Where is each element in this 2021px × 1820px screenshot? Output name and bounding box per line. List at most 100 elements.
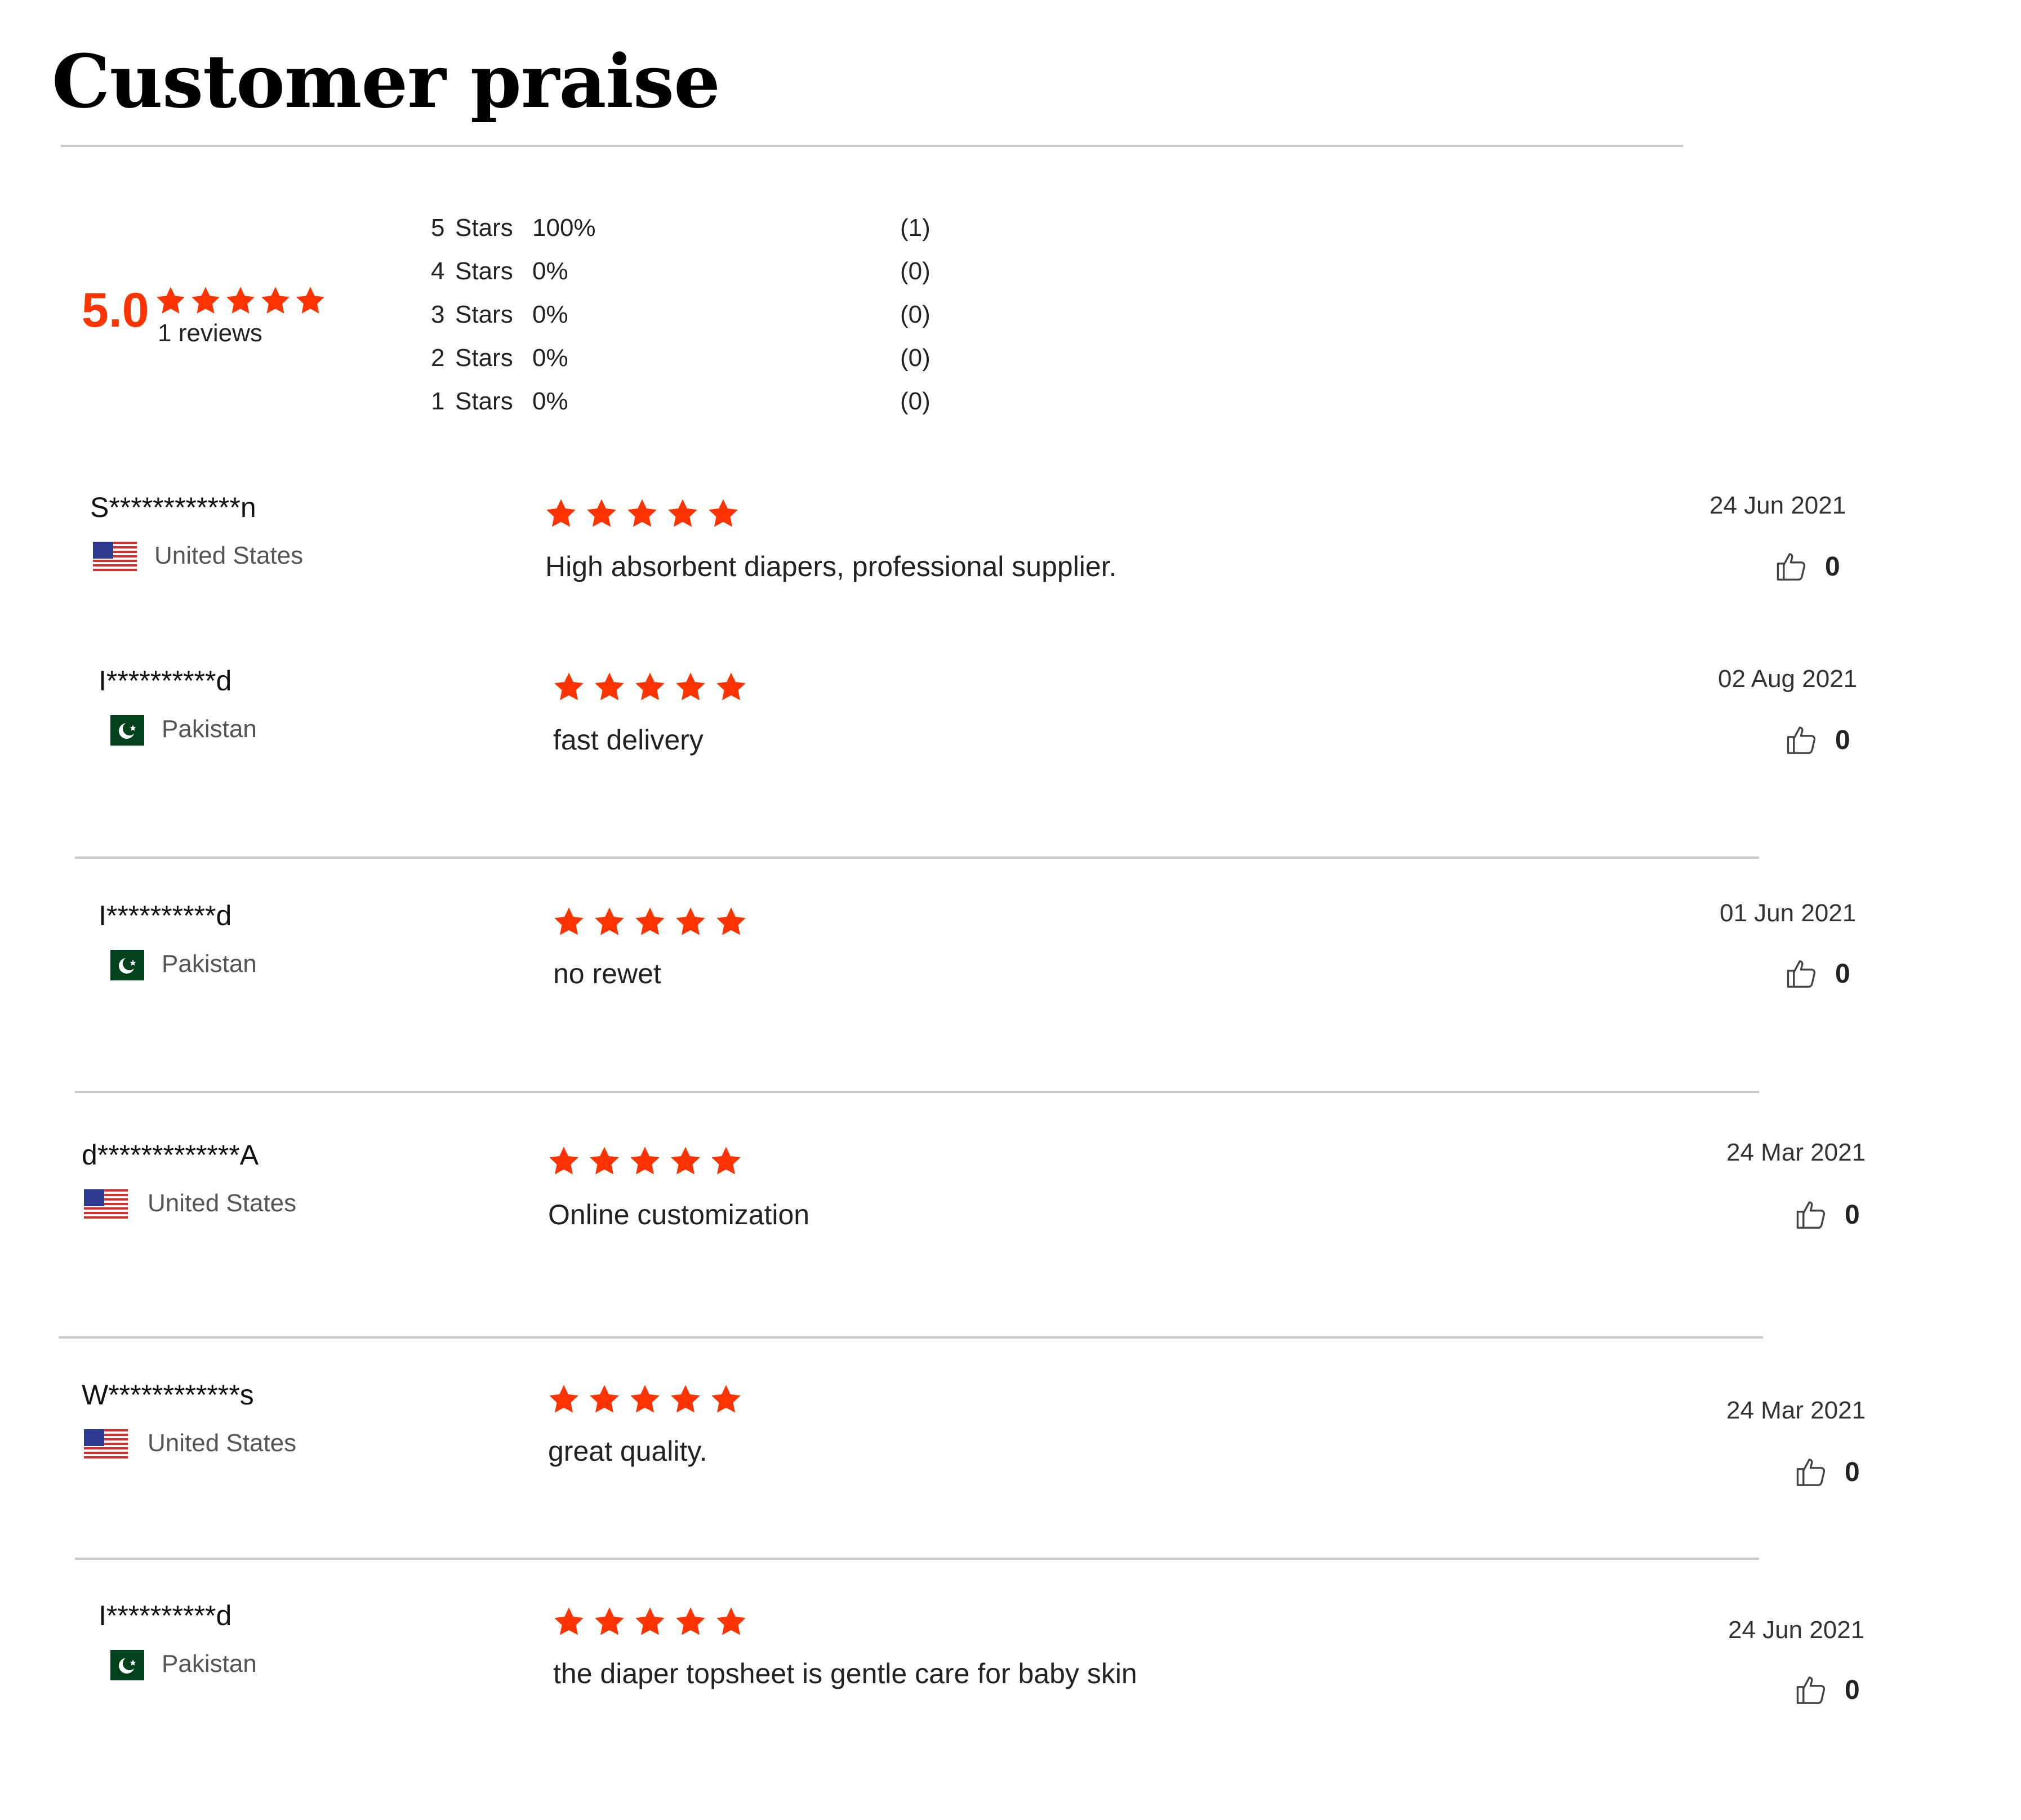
reviewer-name: I**********d (99, 900, 232, 931)
star-icon (633, 670, 667, 704)
distribution-stars-label: Stars (455, 344, 513, 372)
star-icon (587, 1144, 621, 1178)
like-button[interactable]: 0 (1794, 1197, 1860, 1232)
pk-flag-icon (110, 1650, 144, 1683)
distribution-star-number: 1 (431, 387, 445, 415)
star-icon (666, 497, 700, 530)
star-icon (593, 670, 626, 704)
like-button[interactable]: 0 (1794, 1672, 1860, 1707)
thumbs-up-icon (1774, 549, 1809, 584)
review-divider (75, 1091, 1759, 1093)
star-icon (593, 1605, 626, 1639)
distribution-percent: 0% (532, 301, 568, 328)
distribution-count: (1) (900, 214, 931, 242)
review-date: 02 Aug 2021 (1718, 665, 1858, 693)
star-icon (714, 670, 748, 704)
like-count: 0 (1845, 1457, 1860, 1487)
star-icon (633, 905, 667, 939)
star-icon (625, 497, 659, 530)
star-icon (714, 1605, 748, 1639)
review-stars (547, 1382, 743, 1416)
star-icon (552, 905, 586, 939)
like-button[interactable]: 0 (1794, 1455, 1860, 1489)
thumbs-up-icon (1784, 722, 1819, 757)
review-stars (552, 905, 748, 939)
star-icon (585, 497, 618, 530)
review-date: 01 Jun 2021 (1720, 899, 1857, 927)
thumbs-up-icon (1794, 1197, 1829, 1232)
pk-flag-icon (110, 715, 144, 748)
distribution-star-number: 4 (431, 257, 445, 285)
star-icon (633, 1605, 667, 1639)
reviewer-name: S************n (90, 492, 256, 523)
review-text: the diaper topsheet is gentle care for b… (553, 1658, 1137, 1689)
star-icon (547, 1144, 581, 1178)
distribution-count: (0) (900, 387, 931, 415)
review-divider (59, 1336, 1763, 1339)
pk-flag-icon (110, 950, 144, 983)
star-icon (593, 905, 626, 939)
distribution-percent: 0% (532, 387, 568, 415)
distribution-stars-label: Stars (455, 387, 513, 415)
review-stars (547, 1144, 743, 1178)
title-divider (61, 145, 1683, 147)
distribution-row-4[interactable]: 4 Stars 0% (0) (0, 257, 2021, 301)
distribution-percent: 0% (532, 257, 568, 285)
distribution-row-5[interactable]: 5 Stars 100% (1) (0, 214, 2021, 257)
reviewer-name: W************s (82, 1379, 254, 1411)
distribution-star-number: 2 (431, 344, 445, 372)
thumbs-up-icon (1794, 1455, 1829, 1489)
review-text: Online customization (548, 1199, 810, 1230)
distribution-count: (0) (900, 301, 931, 328)
review-divider (75, 1558, 1759, 1560)
distribution-star-number: 3 (431, 301, 445, 328)
distribution-count: (0) (900, 344, 931, 372)
like-count: 0 (1845, 1675, 1860, 1705)
reviewer-country: Pakistan (162, 1650, 257, 1678)
distribution-stars-label: Stars (455, 214, 513, 242)
star-icon (628, 1144, 662, 1178)
like-button[interactable]: 0 (1774, 549, 1840, 584)
us-flag-icon (93, 542, 137, 576)
distribution-stars-label: Stars (455, 301, 513, 328)
distribution-row-2[interactable]: 2 Stars 0% (0) (0, 344, 2021, 387)
review-divider (75, 857, 1759, 859)
distribution-stars-label: Stars (455, 257, 513, 285)
review-text: no rewet (553, 958, 661, 989)
like-button[interactable]: 0 (1784, 722, 1850, 757)
reviewer-country: Pakistan (162, 950, 257, 978)
star-icon (706, 497, 740, 530)
review-stars (552, 670, 748, 704)
thumbs-up-icon (1784, 956, 1819, 991)
star-icon (628, 1382, 662, 1416)
star-icon (674, 670, 707, 704)
review-date: 24 Jun 2021 (1710, 492, 1846, 519)
review-date: 24 Mar 2021 (1726, 1397, 1866, 1424)
distribution-percent: 0% (532, 344, 568, 372)
review-stars (544, 497, 740, 530)
like-count: 0 (1845, 1199, 1860, 1230)
star-icon (547, 1382, 581, 1416)
star-icon (544, 497, 578, 530)
review-text: great quality. (548, 1435, 707, 1467)
star-icon (714, 905, 748, 939)
star-icon (674, 1605, 707, 1639)
us-flag-icon (84, 1429, 128, 1464)
star-icon (669, 1382, 702, 1416)
review-date: 24 Jun 2021 (1728, 1616, 1865, 1644)
distribution-percent: 100% (532, 214, 596, 242)
distribution-star-number: 5 (431, 214, 445, 242)
distribution-row-3[interactable]: 3 Stars 0% (0) (0, 301, 2021, 344)
distribution-count: (0) (900, 257, 931, 285)
reviewer-name: I**********d (99, 665, 232, 697)
star-icon (552, 1605, 586, 1639)
distribution-row-1[interactable]: 1 Stars 0% (0) (0, 387, 2021, 431)
like-count: 0 (1835, 725, 1850, 755)
like-button[interactable]: 0 (1784, 956, 1850, 991)
page-title: Customer praise (52, 38, 720, 124)
star-icon (709, 1144, 743, 1178)
reviewer-name: I**********d (99, 1600, 232, 1631)
star-icon (587, 1382, 621, 1416)
reviewer-country: United States (148, 1429, 297, 1457)
reviewer-country: United States (148, 1189, 297, 1217)
